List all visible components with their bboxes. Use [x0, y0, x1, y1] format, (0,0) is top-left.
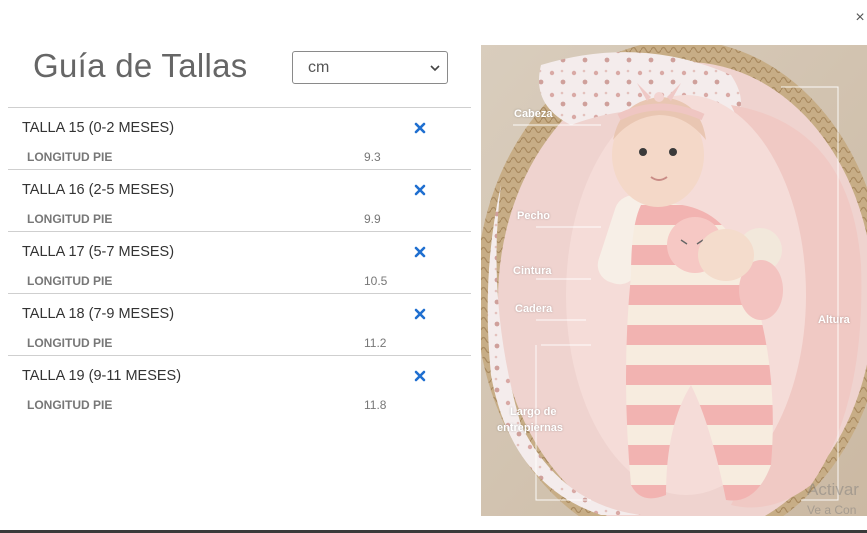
unit-select[interactable]: cm — [292, 51, 448, 84]
size-name: TALLA 15 (0-2 MESES) — [22, 120, 175, 136]
page-title: Guía de Tallas — [33, 47, 248, 84]
watermark-line2: Ve a Con — [807, 503, 857, 517]
activation-watermark: Activar Ve a Con — [807, 480, 859, 520]
size-name: TALLA 18 (7-9 MESES) — [22, 306, 175, 322]
table-row: TALLA 16 (2-5 MESES) LONGITUD PIE 9.9 — [8, 169, 471, 231]
table-row: TALLA 17 (5-7 MESES) LONGITUD PIE 10.5 — [8, 231, 471, 293]
measure-value: 10.5 — [364, 274, 388, 288]
measure-label: LONGITUD PIE — [27, 212, 113, 226]
close-icon[interactable]: × — [853, 8, 867, 28]
measure-label: LONGITUD PIE — [27, 274, 113, 288]
size-name: TALLA 17 (5-7 MESES) — [22, 244, 175, 260]
label-hip: Cadera — [515, 303, 553, 315]
table-row: TALLA 19 (9-11 MESES) LONGITUD PIE 11.8 — [8, 355, 471, 417]
x-mark-icon[interactable] — [413, 307, 427, 321]
label-head: Cabeza — [514, 108, 553, 120]
measure-value: 9.3 — [364, 150, 381, 164]
size-table: TALLA 15 (0-2 MESES) LONGITUD PIE 9.3 TA… — [8, 107, 471, 417]
table-row: TALLA 15 (0-2 MESES) LONGITUD PIE 9.3 — [8, 107, 471, 169]
measure-label: LONGITUD PIE — [27, 398, 113, 412]
table-row: TALLA 18 (7-9 MESES) LONGITUD PIE 11.2 — [8, 293, 471, 355]
measure-value: 9.9 — [364, 212, 381, 226]
x-mark-icon[interactable] — [413, 369, 427, 383]
measure-value: 11.8 — [364, 398, 387, 412]
label-waist: Cintura — [513, 265, 552, 277]
x-mark-icon[interactable] — [413, 245, 427, 259]
measurement-photo: Cabeza Pecho Cintura Cadera Altura Largo… — [481, 45, 867, 516]
unit-select-value: cm — [308, 59, 330, 76]
label-inseam-2: entrepiernas — [497, 422, 564, 434]
size-name: TALLA 19 (9-11 MESES) — [22, 368, 182, 384]
measure-value: 11.2 — [364, 336, 387, 350]
size-guide-modal: × Guía de Tallas cm TALLA 15 (0-2 MESES)… — [0, 0, 867, 533]
label-height: Altura — [818, 314, 850, 326]
watermark-line1: Activar — [807, 480, 859, 499]
chevron-down-icon — [430, 65, 440, 72]
measure-label: LONGITUD PIE — [27, 150, 113, 164]
label-chest: Pecho — [517, 210, 551, 222]
x-mark-icon[interactable] — [413, 183, 427, 197]
size-name: TALLA 16 (2-5 MESES) — [22, 182, 175, 198]
label-inseam-1: Largo de — [510, 406, 557, 418]
x-mark-icon[interactable] — [413, 121, 427, 135]
measure-label: LONGITUD PIE — [27, 336, 113, 350]
